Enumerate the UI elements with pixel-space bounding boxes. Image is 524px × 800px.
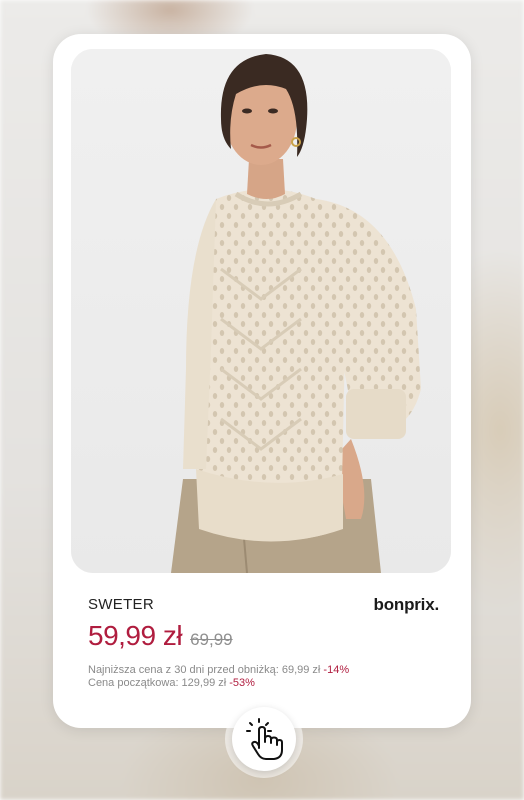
initial-price-label: Cena początkowa: 129,99 zł: [88, 677, 227, 689]
lowest-price-label: Najniższa cena z 30 dni przed obniżką: 6…: [88, 664, 321, 676]
tap-hand-icon: [246, 718, 283, 760]
current-price: 59,99 zł: [88, 620, 183, 651]
tap-button-inner[interactable]: [232, 707, 296, 771]
lowest-price-discount: -14%: [323, 664, 350, 676]
brand-logo: bonprix.: [373, 595, 440, 614]
initial-price-note: Cena początkowa: 129,99 zł -53%: [88, 677, 438, 690]
old-price: 69,99: [190, 630, 233, 649]
tap-button[interactable]: [225, 700, 303, 778]
initial-price-discount: -53%: [229, 677, 255, 689]
product-image[interactable]: [71, 49, 451, 573]
price-notes: Najniższa cena z 30 dni przed obniżką: 6…: [88, 664, 438, 690]
lowest-price-note: Najniższa cena z 30 dni przed obniżką: 6…: [88, 664, 438, 677]
price-row: 59,99 zł 69,99: [88, 620, 438, 652]
product-info: SWETER bonprix. 59,99 zł 69,99 Najniższa…: [88, 595, 440, 690]
model-illustration: [71, 49, 451, 573]
product-card[interactable]: SWETER bonprix. 59,99 zł 69,99 Najniższa…: [53, 34, 471, 728]
